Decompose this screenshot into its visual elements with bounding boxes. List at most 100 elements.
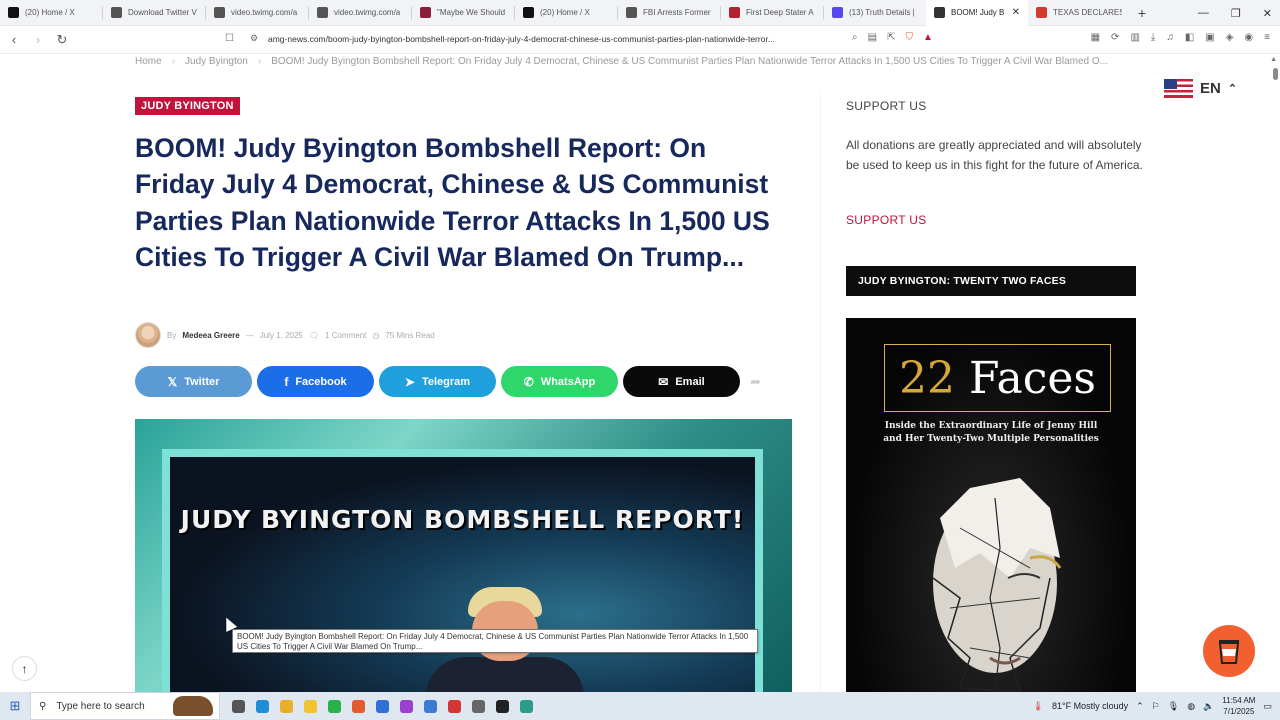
- media-app-icon[interactable]: [448, 699, 461, 713]
- language-code: EN: [1200, 80, 1221, 97]
- reader-icon[interactable]: ▤: [868, 32, 877, 43]
- menu-icon[interactable]: ≡: [1264, 32, 1270, 43]
- scrollbar-thumb[interactable]: [1273, 68, 1278, 80]
- x-logo-icon: 𝕏: [167, 374, 178, 389]
- share-telegram-button[interactable]: ➤ Telegram: [379, 366, 496, 397]
- share-twitter-button[interactable]: 𝕏 Twitter: [135, 366, 252, 397]
- clock[interactable]: 11:54 AM 7/1/2025: [1222, 695, 1255, 717]
- wifi-icon[interactable]: ◍: [1187, 701, 1195, 712]
- photos-app-icon[interactable]: [400, 699, 413, 713]
- browser-tab[interactable]: FBI Arrests Former: [618, 0, 720, 26]
- browser-tab[interactable]: (20) Home / X: [0, 0, 102, 26]
- site-info-icon[interactable]: ⚙: [250, 33, 258, 44]
- mail-app-icon[interactable]: [376, 699, 389, 713]
- windows-start-icon[interactable]: ⊞: [0, 698, 30, 714]
- browser-tab-title: BOOM! Judy B: [951, 8, 1005, 17]
- restore-button[interactable]: ❐: [1231, 7, 1241, 20]
- file-explorer-icon[interactable]: [304, 699, 317, 713]
- support-us-link[interactable]: SUPPORT US: [846, 213, 927, 227]
- globe-icon: [214, 7, 225, 18]
- extensions-icon[interactable]: ▦: [1091, 32, 1100, 43]
- browser-tab[interactable]: "Maybe We Should: [412, 0, 514, 26]
- url-field[interactable]: amg-news.com/boom-judy-byington-bombshel…: [268, 34, 775, 44]
- browser-tab[interactable]: video.twimg.com/a: [206, 0, 308, 26]
- chevron-up-icon: ⌃: [1227, 83, 1238, 95]
- browser-tab[interactable]: TEXAS DECLARES V: [1028, 0, 1130, 26]
- music-icon[interactable]: ♫: [1166, 32, 1174, 43]
- profile-icon[interactable]: ◉: [1244, 32, 1253, 43]
- language-selector[interactable]: EN ⌃: [1164, 79, 1237, 98]
- brave-app-icon[interactable]: [352, 699, 365, 713]
- browser-tab[interactable]: video.twimg.com/a: [309, 0, 411, 26]
- browser-tab-title: (13) Truth Details |: [849, 8, 915, 17]
- new-tab-button[interactable]: +: [1130, 5, 1154, 21]
- browser-tab-title: TEXAS DECLARES V: [1053, 8, 1122, 17]
- split-view-icon[interactable]: ◧: [1185, 32, 1194, 43]
- browser-tab[interactable]: Download Twitter V: [103, 0, 205, 26]
- book-title-word: Faces: [968, 353, 1097, 404]
- edge-icon[interactable]: [256, 699, 269, 713]
- browser-tab[interactable]: First Deep Stater A: [721, 0, 823, 26]
- category-badge[interactable]: JUDY BYINGTON: [135, 97, 240, 115]
- truth-social-icon: [832, 7, 843, 18]
- whatsapp-app-icon[interactable]: [328, 699, 341, 713]
- volume-icon[interactable]: 🔈: [1203, 701, 1214, 712]
- brave-shield-icon[interactable]: ⛉: [905, 32, 913, 43]
- back-arrow-icon[interactable]: ‹: [4, 32, 24, 47]
- notes-app-icon[interactable]: [520, 699, 533, 713]
- forward-arrow-icon[interactable]: ›: [28, 32, 48, 47]
- browser-tab[interactable]: BOOM! Judy B ✕: [926, 0, 1028, 26]
- search-highlight-image: [172, 696, 213, 716]
- flag-site-icon: [729, 7, 740, 18]
- author-avatar[interactable]: [135, 322, 161, 348]
- windows-taskbar: ⊞ ⚲ Type here to search 🌡 81°F Mostly cl…: [0, 692, 1280, 720]
- close-tab-icon[interactable]: ✕: [1012, 7, 1020, 18]
- network-icon[interactable]: ⚐: [1152, 701, 1160, 712]
- author-name[interactable]: Medeea Greere: [182, 331, 239, 340]
- comment-count[interactable]: 1 Comment: [325, 331, 366, 340]
- reload-icon[interactable]: ↻: [52, 32, 72, 48]
- settings-app-icon[interactable]: [472, 699, 485, 713]
- wallet-icon[interactable]: ▣: [1205, 32, 1214, 43]
- rewards-icon[interactable]: ▲: [923, 32, 933, 43]
- browser-tab-title: FBI Arrests Former: [643, 8, 711, 17]
- share-facebook-button[interactable]: f Facebook: [257, 366, 374, 397]
- back-to-top-button[interactable]: ↑: [12, 656, 37, 681]
- support-heading: SUPPORT US: [846, 99, 927, 113]
- weather-icon: 🌡: [1032, 700, 1044, 711]
- share-more-icon[interactable]: ➦: [750, 374, 761, 390]
- buy-me-coffee-button[interactable]: [1203, 625, 1255, 677]
- taskbar-search[interactable]: ⚲ Type here to search: [30, 692, 220, 720]
- support-text: All donations are greatly appreciated an…: [846, 138, 1143, 172]
- share-email-button[interactable]: ✉ Email: [623, 366, 740, 397]
- notification-icon[interactable]: ▭: [1263, 701, 1272, 712]
- breadcrumb-home[interactable]: Home: [135, 56, 162, 67]
- weather-text[interactable]: 81°F Mostly cloudy: [1052, 701, 1128, 711]
- store-app-icon[interactable]: [424, 699, 437, 713]
- zoom-icon[interactable]: ⌕: [852, 32, 858, 43]
- chevron-up-icon[interactable]: ⌃: [1136, 701, 1144, 712]
- close-window-button[interactable]: ✕: [1263, 7, 1272, 20]
- microphone-icon[interactable]: 🎙: [1168, 701, 1179, 712]
- taskbar-search-input[interactable]: Type here to search: [56, 701, 144, 712]
- browser-tab[interactable]: (13) Truth Details |: [824, 0, 926, 26]
- sidebar-icon[interactable]: ▥: [1130, 32, 1139, 43]
- book-cover-image[interactable]: 22 Faces Inside the Extraordinary Life o…: [846, 318, 1136, 692]
- breadcrumb-category[interactable]: Judy Byington: [185, 56, 248, 67]
- share-whatsapp-button[interactable]: ✆ WhatsApp: [501, 366, 618, 397]
- telegram-icon: ➤: [404, 374, 415, 389]
- browser-tab-title: (20) Home / X: [25, 8, 75, 17]
- terminal-app-icon[interactable]: [496, 699, 509, 713]
- chrome-icon[interactable]: [280, 699, 293, 713]
- sync-icon[interactable]: ⟳: [1111, 32, 1119, 43]
- bookmark-icon[interactable]: ☐: [225, 33, 234, 44]
- task-view-icon[interactable]: [232, 699, 245, 713]
- share-icon[interactable]: ⇱: [887, 32, 895, 43]
- browser-tab[interactable]: (20) Home / X: [515, 0, 617, 26]
- minimize-button[interactable]: —: [1198, 7, 1209, 19]
- vpn-icon[interactable]: ◈: [1226, 32, 1234, 43]
- browser-tab-title: video.twimg.com/a: [231, 8, 298, 17]
- breadcrumb-separator: ›: [257, 56, 262, 67]
- download-icon[interactable]: ⤓: [1151, 32, 1155, 43]
- scrollbar-up-arrow[interactable]: ▲: [1270, 56, 1277, 63]
